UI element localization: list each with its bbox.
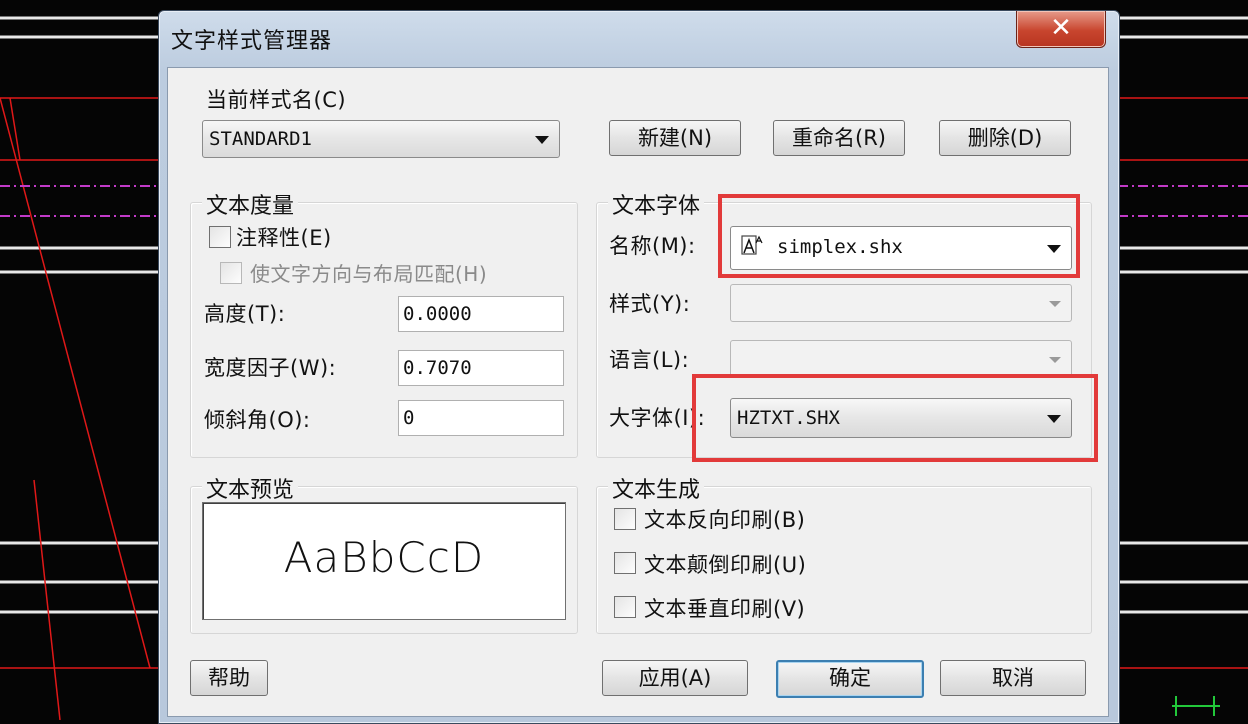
chevron-down-icon (535, 136, 549, 144)
ok-button[interactable]: 确定 (776, 660, 924, 698)
text-style-manager-dialog: 文字样式管理器 ✕ 当前样式名(C) STANDARD1 新建(N) 重命名(R… (158, 10, 1120, 724)
oblique-angle-value: 0 (403, 407, 415, 429)
annotative-checkbox[interactable] (209, 226, 231, 248)
vertical-checkbox[interactable] (614, 596, 636, 618)
upside-down-label: 文本颠倒印刷(U) (644, 553, 807, 577)
font-name-label: 名称(M): (609, 234, 696, 258)
apply-button[interactable]: 应用(A) (602, 660, 748, 696)
chevron-down-icon (1049, 301, 1061, 307)
annotative-label: 注释性(E) (236, 226, 332, 250)
font-style-dropdown[interactable] (730, 284, 1072, 322)
upside-down-checkbox[interactable] (614, 552, 636, 574)
width-factor-value: 0.7070 (403, 357, 472, 379)
width-factor-label: 宽度因子(W): (204, 356, 337, 380)
current-style-label: 当前样式名(C) (206, 88, 347, 112)
new-style-button[interactable]: 新建(N) (609, 120, 741, 156)
delete-style-button[interactable]: 删除(D) (939, 120, 1071, 156)
bigfont-label: 大字体(I): (609, 406, 706, 430)
backwards-checkbox[interactable] (614, 508, 636, 530)
width-factor-input[interactable]: 0.7070 (398, 350, 564, 386)
close-button[interactable]: ✕ (1016, 11, 1106, 48)
help-button[interactable]: 帮助 (190, 660, 268, 696)
backwards-label: 文本反向印刷(B) (644, 508, 806, 532)
current-style-value: STANDARD1 (209, 128, 312, 150)
language-label: 语言(L): (609, 348, 690, 372)
dialog-title: 文字样式管理器 (171, 29, 333, 54)
font-style-label: 样式(Y): (609, 292, 691, 316)
cancel-button[interactable]: 取消 (940, 660, 1086, 696)
highlight-font-name (718, 194, 1080, 278)
chevron-down-icon (1049, 357, 1061, 363)
match-layout-checkbox[interactable] (220, 262, 242, 284)
text-preview-box: AaBbCcD (202, 502, 566, 620)
height-input[interactable]: 0.0000 (398, 296, 564, 332)
text-font-title: 文本字体 (608, 188, 705, 220)
text-preview-title: 文本预览 (202, 472, 299, 504)
height-label: 高度(T): (204, 302, 286, 326)
vertical-label: 文本垂直印刷(V) (644, 597, 806, 621)
oblique-angle-input[interactable]: 0 (398, 400, 564, 436)
highlight-bigfont (692, 374, 1098, 462)
rename-style-button[interactable]: 重命名(R) (773, 120, 905, 156)
preview-sample-text: AaBbCcD (283, 533, 485, 582)
title-bar[interactable]: 文字样式管理器 ✕ (159, 11, 1119, 63)
language-dropdown[interactable] (730, 340, 1072, 378)
current-style-dropdown[interactable]: STANDARD1 (202, 120, 560, 158)
oblique-angle-label: 倾斜角(O): (204, 408, 311, 432)
dialog-client-area: 当前样式名(C) STANDARD1 新建(N) 重命名(R) 删除(D) 文本… (167, 67, 1109, 717)
match-layout-label: 使文字方向与布局匹配(H) (250, 262, 488, 286)
text-generation-title: 文本生成 (608, 472, 705, 504)
text-measure-title: 文本度量 (202, 188, 299, 220)
height-value: 0.0000 (403, 303, 472, 325)
